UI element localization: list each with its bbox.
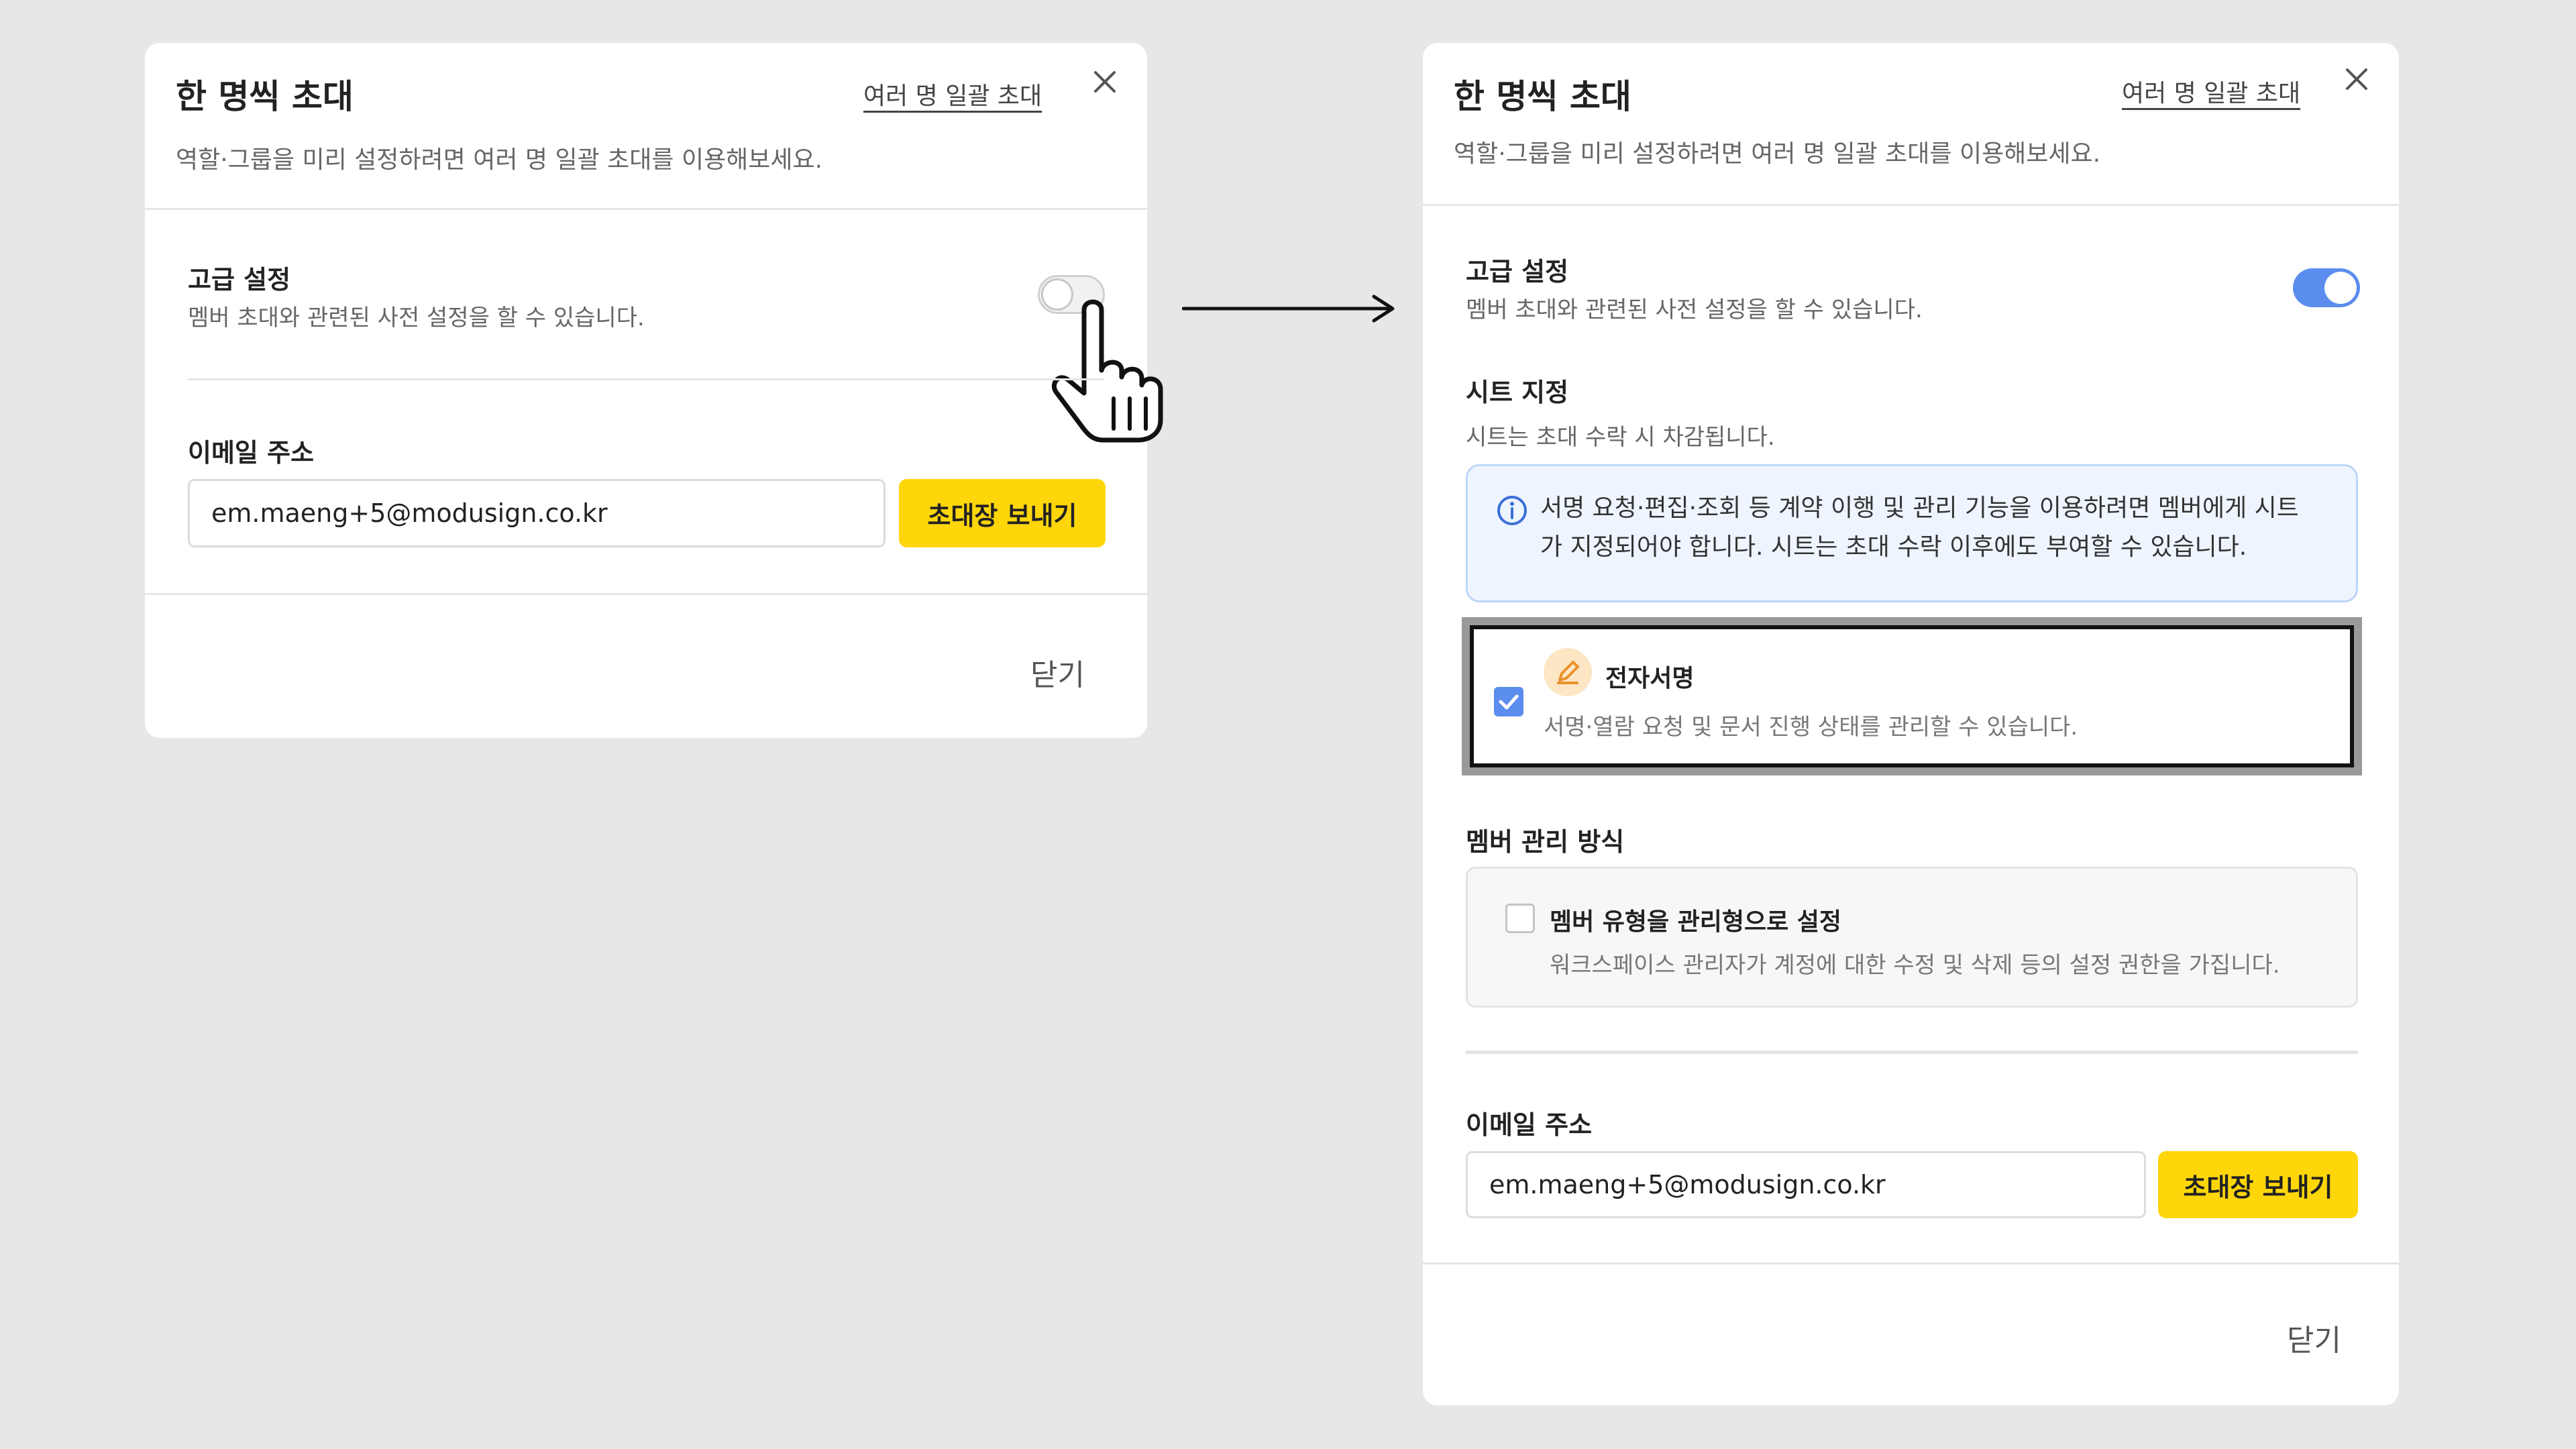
managed-member-checkbox[interactable] xyxy=(1505,904,1535,933)
close-icon[interactable] xyxy=(1091,68,1118,95)
dialog-title: 한 명씩 초대 xyxy=(176,77,354,116)
dialog-subtitle: 역할·그룹을 미리 설정하려면 여러 명 일괄 초대를 이용해보세요. xyxy=(1454,140,2101,168)
send-invite-button[interactable]: 초대장 보내기 xyxy=(2158,1151,2358,1218)
e-signature-title: 전자서명 xyxy=(1605,665,1695,692)
seat-info-line-2: 가 지정되어야 합니다. 시트는 초대 수락 이후에도 부여할 수 있습니다. xyxy=(1540,533,2247,561)
email-label: 이메일 주소 xyxy=(1466,1110,1593,1140)
email-input[interactable] xyxy=(1466,1151,2146,1218)
footer-divider xyxy=(1423,1263,2399,1265)
info-icon xyxy=(1496,494,1528,527)
e-signature-checkbox[interactable] xyxy=(1494,687,1523,716)
advanced-settings-description: 멤버 초대와 관련된 사전 설정을 할 수 있습니다. xyxy=(1466,297,1923,323)
managed-member-title: 멤버 유형을 관리형으로 설정 xyxy=(1550,908,1842,936)
seat-assignment-description: 시트는 초대 수락 시 차감됩니다. xyxy=(1466,424,1775,451)
dialog-title: 한 명씩 초대 xyxy=(1454,77,1631,116)
managed-member-description: 워크스페이스 관리자가 계정에 대한 수정 및 삭제 등의 설정 권한을 가집니… xyxy=(1550,952,2280,979)
send-invite-button[interactable]: 초대장 보내기 xyxy=(899,479,1106,547)
invite-dialog-expanded: 한 명씩 초대 여러 명 일괄 초대 역할·그룹을 미리 설정하려면 여러 명 … xyxy=(1423,43,2399,1405)
hand-pointer-icon xyxy=(1044,291,1165,445)
header-divider xyxy=(1423,204,2399,206)
close-icon[interactable] xyxy=(2343,66,2370,93)
member-management-label: 멤버 관리 방식 xyxy=(1466,827,1625,857)
arrow-right-icon xyxy=(1181,292,1397,325)
seat-info-line-1: 서명 요청·편집·조회 등 계약 이행 및 관리 기능을 이용하려면 멤버에게 … xyxy=(1540,494,2299,522)
invite-dialog-collapsed: 한 명씩 초대 여러 명 일괄 초대 역할·그룹을 미리 설정하려면 여러 명 … xyxy=(145,43,1163,738)
advanced-settings-toggle[interactable] xyxy=(2293,268,2360,307)
e-signature-seat-option[interactable]: 전자서명 서명·열람 요청 및 문서 진행 상태를 관리할 수 있습니다. xyxy=(1462,617,2362,775)
email-label: 이메일 주소 xyxy=(188,438,315,468)
seat-info-box: 서명 요청·편집·조회 등 계약 이행 및 관리 기능을 이용하려면 멤버에게 … xyxy=(1466,464,2358,602)
dialog-subtitle: 역할·그룹을 미리 설정하려면 여러 명 일괄 초대를 이용해보세요. xyxy=(176,146,823,174)
checkmark-icon xyxy=(1499,694,1519,710)
bulk-invite-link[interactable]: 여러 명 일괄 초대 xyxy=(863,76,1042,111)
seat-assignment-label: 시트 지정 xyxy=(1466,378,1569,407)
header-divider xyxy=(145,208,1147,210)
pen-icon xyxy=(1544,648,1592,696)
advanced-settings-description: 멤버 초대와 관련된 사전 설정을 할 수 있습니다. xyxy=(188,305,645,331)
e-signature-description: 서명·열람 요청 및 문서 진행 상태를 관리할 수 있습니다. xyxy=(1544,714,2078,741)
email-input[interactable] xyxy=(188,479,885,547)
seat-info-text: 서명 요청·편집·조회 등 계약 이행 및 관리 기능을 이용하려면 멤버에게 … xyxy=(1540,489,2345,567)
advanced-settings-label: 고급 설정 xyxy=(188,265,291,294)
section-divider xyxy=(188,378,1104,380)
advanced-settings-label: 고급 설정 xyxy=(1466,257,1569,286)
close-button[interactable]: 닫기 xyxy=(2287,1316,2341,1359)
section-divider xyxy=(1466,1051,2358,1054)
managed-member-option[interactable]: 멤버 유형을 관리형으로 설정 워크스페이스 관리자가 계정에 대한 수정 및 … xyxy=(1466,867,2358,1008)
close-button[interactable]: 닫기 xyxy=(1030,651,1085,694)
footer-divider xyxy=(145,593,1147,595)
bulk-invite-link[interactable]: 여러 명 일괄 초대 xyxy=(2122,74,2300,109)
toggle-knob xyxy=(2324,272,2357,304)
